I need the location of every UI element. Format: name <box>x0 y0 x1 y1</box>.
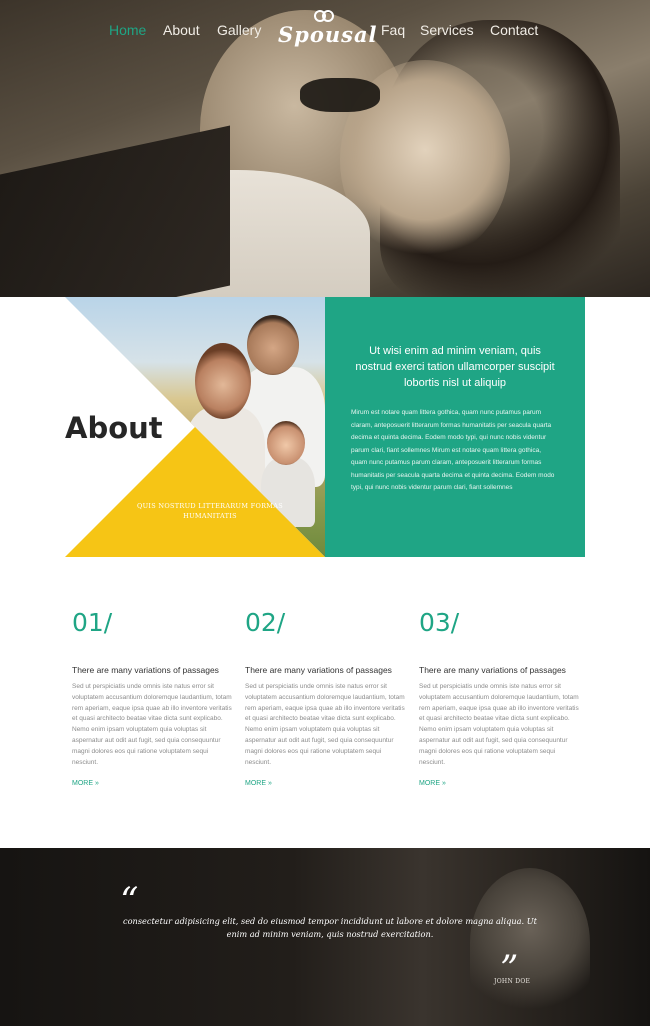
nav-gallery[interactable]: Gallery <box>217 22 261 38</box>
about-title: About <box>65 411 163 445</box>
triangle-caption: QUIS NOSTRUD LITTERARUM FORMAS HUMANITAT… <box>137 502 283 520</box>
testimonial-photo <box>470 868 590 1018</box>
more-link[interactable]: MORE » <box>245 780 272 787</box>
about-graphic: About QUIS NOSTRUD LITTERARUM FORMAS HUM… <box>65 297 325 557</box>
feature-text: Sed ut perspiciatis unde omnis iste natu… <box>245 683 405 766</box>
feature-text: Sed ut perspiciatis unde omnis iste natu… <box>72 683 232 766</box>
feature-number: 02/ <box>245 608 286 637</box>
feature-heading: There are many variations of passages <box>419 665 566 675</box>
feature-column-3: 03/ There are many variations of passage… <box>419 608 579 790</box>
about-body: Mirum est notare quam littera gothica, q… <box>351 409 555 491</box>
more-link[interactable]: MORE » <box>72 780 99 787</box>
feature-heading: There are many variations of passages <box>245 665 392 675</box>
nav-contact[interactable]: Contact <box>490 22 538 38</box>
testimonial-quote: consectetur adipisicing elit, sed do eiu… <box>123 916 537 939</box>
nav-services[interactable]: Services <box>420 22 474 38</box>
feature-text: Sed ut perspiciatis unde omnis iste natu… <box>419 683 579 766</box>
feature-number: 03/ <box>419 608 460 637</box>
hero-photo-sunglasses <box>300 78 380 112</box>
hero-photo-jacket <box>0 125 230 297</box>
about-lead: Ut wisi enim ad minim veniam, quis nostr… <box>355 345 555 389</box>
more-link[interactable]: MORE » <box>419 780 446 787</box>
testimonial-section: “ consectetur adipisicing elit, sed do e… <box>0 848 650 1026</box>
testimonial-author: JOHN DOE <box>494 978 531 985</box>
logo-text: Spousal <box>278 22 378 47</box>
about-panel: Ut wisi enim ad minim veniam, quis nostr… <box>325 297 585 557</box>
hero-banner: Home About Gallery Faq Services Contact … <box>0 0 650 297</box>
feature-heading: There are many variations of passages <box>72 665 219 675</box>
nav-faq[interactable]: Faq <box>381 22 405 38</box>
feature-number: 01/ <box>72 608 113 637</box>
feature-column-1: 01/ There are many variations of passage… <box>72 608 232 790</box>
nav-home[interactable]: Home <box>109 22 146 38</box>
nav-about[interactable]: About <box>163 22 200 38</box>
site-logo[interactable]: Spousal <box>278 10 378 50</box>
feature-column-2: 02/ There are many variations of passage… <box>245 608 405 790</box>
